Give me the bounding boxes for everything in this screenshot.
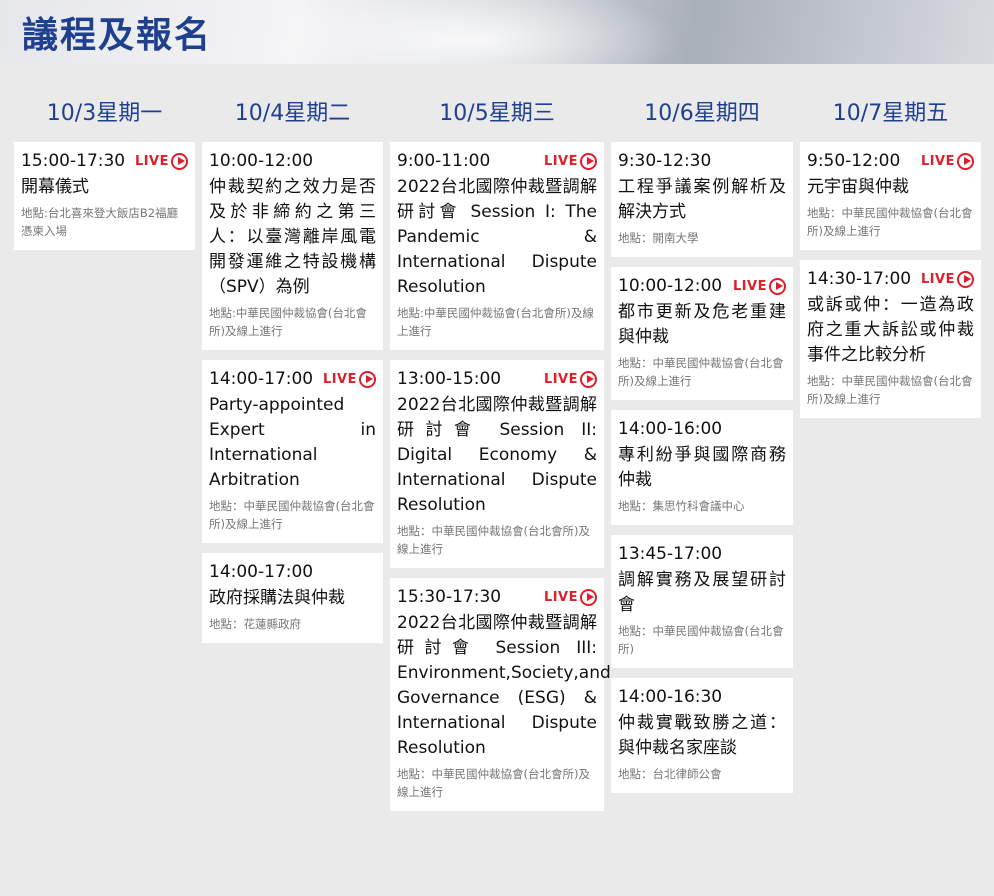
play-icon [359, 370, 376, 388]
session-time: 14:00-17:00 [209, 562, 314, 582]
session-title: 仲裁契約之效力是否及於非締約之第三人：以臺灣離岸風電開發運維之特設機構（SPV）… [209, 177, 376, 297]
page-header: 議程及報名 [0, 0, 994, 64]
session-card[interactable]: 14:00-16:30 仲裁實戰致勝之道：與仲裁名家座談地點：台北律師公會 [611, 678, 793, 793]
session-card[interactable]: 13:00-15:00 LIVE 2022台北國際仲裁暨調解研討會 Session … [390, 360, 604, 568]
session-time: 14:30-17:00 [807, 269, 912, 289]
session-location: 地點：中華民國仲裁協會(台北會所)及線上進行 [807, 374, 973, 406]
session-time: 14:00-16:00 [618, 419, 723, 439]
session-card[interactable]: 14:00-17:00 政府採購法與仲裁地點：花蓮縣政府 [202, 553, 383, 643]
session-card[interactable]: 14:00-16:00 專利紛爭與國際商務仲裁地點：集思竹科會議中心 [611, 410, 793, 525]
session-title: 政府採購法與仲裁 [209, 588, 345, 608]
live-button[interactable]: LIVE [322, 370, 376, 388]
session-title: 元宇宙與仲裁 [807, 177, 909, 197]
live-label: LIVE [543, 589, 578, 605]
day-heading: 10/6星期四 [644, 101, 760, 126]
session-location: 地點：中華民國仲裁協會(台北會所)及線上進行 [209, 499, 375, 531]
session-time: 13:00-15:00 [397, 369, 502, 389]
play-icon [580, 152, 597, 170]
day-column: 10/5星期三 9:00-11:00 LIVE 2022台北國際仲裁暨調解研討會 Se… [390, 96, 611, 821]
session-time: 9:30-12:30 [618, 151, 712, 171]
day-column: 10/7星期五 9:50-12:00 LIVE 元宇宙與仲裁地點：中華民國仲裁協會(台… [800, 96, 981, 428]
play-icon [580, 588, 597, 606]
session-card[interactable]: 14:00-17:00 LIVE Party-appointed Expert in… [202, 360, 383, 543]
live-label: LIVE [543, 153, 578, 169]
session-location: 地點：中華民國仲裁協會(台北會所)及線上進行 [397, 767, 590, 799]
session-title: 開幕儀式 [21, 177, 89, 197]
live-button[interactable]: LIVE [732, 277, 786, 295]
session-location: 地點：集思竹科會議中心 [618, 499, 745, 513]
session-title: 2022台北國際仲裁暨調解研討會 Session III: Environmen… [397, 613, 611, 758]
day-column: 10/4星期二 10:00-12:00 仲裁契約之效力是否及於非締約之第三人：以臺灣… [202, 96, 383, 653]
play-icon [957, 152, 974, 170]
session-time: 9:00-11:00 [397, 151, 491, 171]
play-icon [580, 370, 597, 388]
session-title: Party-appointed Expert in International … [209, 395, 376, 490]
session-time: 14:00-17:00 [209, 369, 314, 389]
session-card[interactable]: 9:30-12:30 工程爭議案例解析及解決方式地點：開南大學 [611, 142, 793, 257]
session-card[interactable]: 10:00-12:00 LIVE 都市更新及危老重建與仲裁地點：中華民國仲裁協會(台… [611, 267, 793, 400]
live-label: LIVE [920, 153, 955, 169]
session-title: 2022台北國際仲裁暨調解研討會 Session II: Digital Eco… [397, 395, 597, 515]
live-label: LIVE [732, 278, 767, 294]
live-label: LIVE [543, 371, 578, 387]
day-column: 10/3星期一 15:00-17:30 LIVE 開幕儀式地點:台北喜來登大飯店B2福… [14, 96, 195, 260]
session-time: 9:50-12:00 [807, 151, 901, 171]
day-heading: 10/7星期五 [832, 101, 949, 126]
session-location: 地點：花蓮縣政府 [209, 617, 301, 631]
live-button[interactable]: LIVE [543, 370, 597, 388]
session-time: 15:30-17:30 [397, 587, 502, 607]
session-card[interactable]: 9:50-12:00 LIVE 元宇宙與仲裁地點：中華民國仲裁協會(台北會所)及線上… [800, 142, 981, 250]
session-location: 地點：中華民國仲裁協會(台北會所)及線上進行 [397, 524, 590, 556]
session-location: 地點:中華民國仲裁協會(台北會所)及線上進行 [397, 306, 594, 338]
play-icon [957, 270, 974, 288]
session-title: 仲裁實戰致勝之道：與仲裁名家座談 [618, 713, 786, 758]
session-location: 地點：開南大學 [618, 231, 699, 245]
session-card[interactable]: 10:00-12:00 仲裁契約之效力是否及於非締約之第三人：以臺灣離岸風電開發運… [202, 142, 383, 350]
live-button[interactable]: LIVE [920, 152, 974, 170]
session-title: 調解實務及展望研討會 [618, 570, 786, 615]
session-location: 地點:中華民國仲裁協會(台北會所)及線上進行 [209, 306, 367, 338]
live-button[interactable]: LIVE [543, 588, 597, 606]
live-label: LIVE [322, 371, 357, 387]
session-location: 地點：中華民國仲裁協會(台北會所) [618, 624, 784, 656]
session-location: 地點：中華民國仲裁協會(台北會所)及線上進行 [618, 356, 784, 388]
day-column: 10/6星期四 9:30-12:30 工程爭議案例解析及解決方式地點：開南大學 10:… [611, 96, 793, 803]
play-icon [769, 277, 786, 295]
session-title: 都市更新及危老重建與仲裁 [618, 302, 786, 347]
live-button[interactable]: LIVE [134, 152, 188, 170]
session-title: 2022台北國際仲裁暨調解研討會 Session I: The Pandemic… [397, 177, 597, 297]
session-card[interactable]: 15:00-17:30 LIVE 開幕儀式地點:台北喜來登大飯店B2福廳憑柬入場 [14, 142, 195, 250]
session-card[interactable]: 9:00-11:00 LIVE 2022台北國際仲裁暨調解研討會 Session I… [390, 142, 604, 350]
live-button[interactable]: LIVE [543, 152, 597, 170]
day-heading: 10/4星期二 [234, 101, 351, 126]
session-time: 13:45-17:00 [618, 544, 723, 564]
live-button[interactable]: LIVE [920, 270, 974, 288]
session-time: 10:00-12:00 [618, 276, 723, 296]
session-title: 或訴或仲：一造為政府之重大訴訟或仲裁事件之比較分析 [807, 295, 974, 365]
live-label: LIVE [134, 153, 169, 169]
day-heading: 10/3星期一 [46, 101, 163, 126]
session-location: 地點：台北律師公會 [618, 767, 722, 781]
live-label: LIVE [920, 271, 955, 287]
session-time: 14:00-16:30 [618, 687, 723, 707]
session-card[interactable]: 15:30-17:30 LIVE 2022台北國際仲裁暨調解研討會 Session … [390, 578, 611, 811]
session-time: 10:00-12:00 [209, 151, 314, 171]
session-location: 地點:台北喜來登大飯店B2福廳憑柬入場 [21, 206, 179, 238]
session-time: 15:00-17:30 [21, 151, 126, 171]
session-location: 地點：中華民國仲裁協會(台北會所)及線上進行 [807, 206, 973, 238]
session-title: 工程爭議案例解析及解決方式 [618, 177, 786, 222]
session-title: 專利紛爭與國際商務仲裁 [618, 445, 786, 490]
page-title: 議程及報名 [22, 15, 213, 56]
session-card[interactable]: 14:30-17:00 LIVE 或訴或仲：一造為政府之重大訴訟或仲裁事件之比較分析… [800, 260, 981, 418]
session-card[interactable]: 13:45-17:00 調解實務及展望研討會地點：中華民國仲裁協會(台北會所) [611, 535, 793, 668]
play-icon [171, 152, 188, 170]
day-heading: 10/5星期三 [439, 101, 555, 126]
